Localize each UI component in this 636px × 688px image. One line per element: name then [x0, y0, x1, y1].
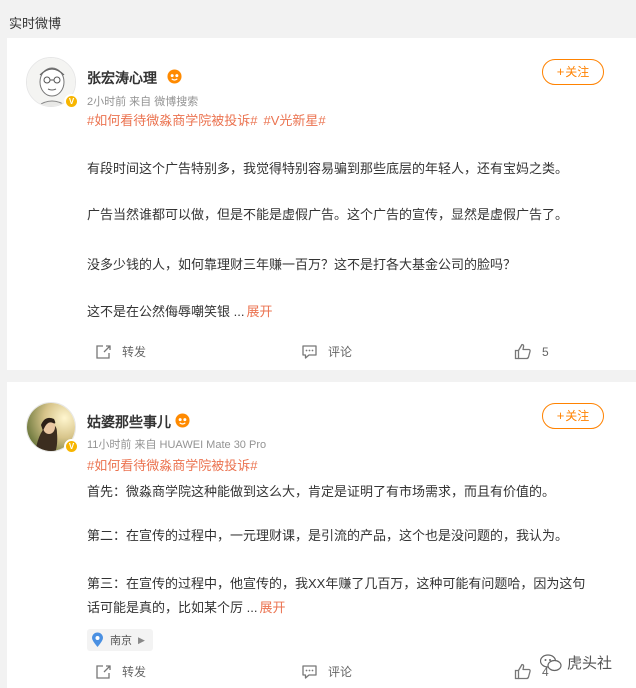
fan-badge-icon	[167, 69, 182, 84]
hashtag-link[interactable]: #V光新星#	[263, 113, 325, 128]
section-title: 实时微博	[9, 16, 62, 31]
thumbs-up-icon	[514, 343, 531, 360]
hashtag-link[interactable]: #如何看待微淼商学院被投诉#	[87, 458, 257, 473]
expand-link[interactable]: 展开	[259, 600, 285, 615]
like-count: 5	[542, 344, 549, 359]
comment-icon	[302, 344, 317, 359]
hashtag-row: #如何看待微淼商学院被投诉# #V光新星#	[87, 110, 332, 129]
plus-icon: +	[556, 408, 565, 423]
location-pin-icon	[92, 632, 103, 647]
like-button[interactable]: 5	[514, 343, 549, 360]
post-paragraph-truncated: 话可能是真的，比如某个厉 ... 展开	[87, 600, 286, 615]
hashtag-link[interactable]: #如何看待微淼商学院被投诉#	[87, 113, 257, 128]
avatar[interactable]: V	[26, 402, 79, 454]
follow-button[interactable]: +关注	[542, 403, 604, 429]
repost-icon	[96, 664, 111, 679]
post-meta: 11小时前 来自 HUAWEI Mate 30 Pro	[87, 439, 267, 451]
repost-button[interactable]: 转发	[95, 343, 146, 360]
wechat-icon	[540, 653, 562, 671]
chevron-right-icon: ▶	[138, 634, 145, 645]
post-paragraph: 没多少钱的人，如何靠理财三年赚一百万？这不是打各大基金公司的脸吗？	[87, 257, 517, 272]
post-paragraph: 广告当然谁都可以做，但是不能是虚假广告。这个广告的宣传，显然是虚假广告了。	[87, 207, 569, 222]
verified-badge-icon: V	[64, 439, 79, 454]
verified-badge-icon: V	[64, 94, 79, 109]
post-paragraph: 第三：在宣传的过程中，他宣传的，我XX年赚了几百万，这种可能有问题哈，因为这句	[87, 576, 586, 591]
weibo-post-card: V 张宏涛心理 2小时前 来自 微博搜索 +关注 #如何看待微淼商学院被投诉# #…	[7, 38, 636, 370]
expand-link[interactable]: 展开	[246, 304, 272, 319]
comment-icon	[302, 664, 317, 679]
post-paragraph: 第二：在宣传的过程中，一元理财课，是引流的产品，这个也是没问题的，我认为。	[87, 528, 569, 543]
watermark: 虎头社	[540, 652, 612, 673]
hashtag-row: #如何看待微淼商学院被投诉#	[87, 455, 263, 474]
plus-icon: +	[556, 64, 565, 79]
follow-button[interactable]: +关注	[542, 59, 604, 85]
fan-badge-icon	[175, 413, 190, 428]
location-tag[interactable]: 南京 ▶	[87, 629, 153, 651]
author-name[interactable]: 姑婆那些事儿	[87, 412, 171, 432]
post-paragraph-truncated: 这不是在公然侮辱嘲笑银 ... 展开	[87, 304, 273, 319]
post-paragraph: 首先：微淼商学院这种能做到这么大，肯定是证明了有市场需求，而且有价值的。	[87, 484, 556, 499]
comment-button[interactable]: 评论	[301, 343, 352, 360]
weibo-post-card: V 姑婆那些事儿 11小时前 来自 HUAWEI Mate 30 Pro +关注…	[7, 382, 636, 688]
author-name[interactable]: 张宏涛心理	[87, 68, 157, 88]
comment-button[interactable]: 评论	[301, 663, 352, 680]
repost-button[interactable]: 转发	[95, 663, 146, 680]
repost-icon	[96, 344, 111, 359]
post-paragraph: 有段时间这个广告特别多，我觉得特别容易骗到那些底层的年轻人，还有宝妈之类。	[87, 161, 569, 176]
avatar[interactable]: V	[26, 57, 79, 109]
post-meta: 2小时前 来自 微博搜索	[87, 96, 199, 108]
thumbs-up-icon	[514, 663, 531, 680]
